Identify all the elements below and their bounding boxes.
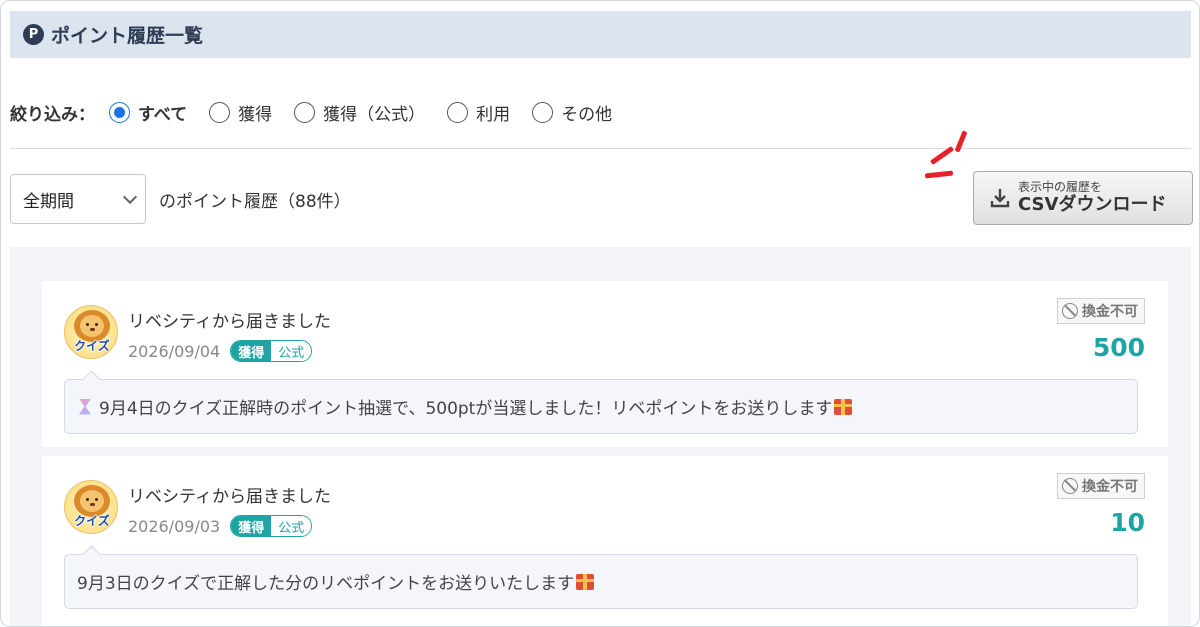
filter-radio-earned[interactable]: 獲得	[209, 100, 272, 125]
message-bubble: 9月3日のクイズで正解した分のリベポイントをお送りいたします	[64, 554, 1138, 609]
csv-button-label: CSVダウンロード	[1018, 193, 1167, 215]
history-item-date: 2026/09/04	[128, 341, 221, 361]
radio-unchecked-icon[interactable]	[532, 101, 554, 123]
tag-official: 公式	[271, 341, 312, 361]
points-value: 500	[1092, 333, 1145, 362]
points-value: 10	[1110, 508, 1145, 537]
radio-checked-icon[interactable]	[109, 101, 130, 123]
emphasis-mark-icon	[954, 130, 968, 153]
download-icon	[990, 189, 1010, 208]
period-select[interactable]: 全期間	[10, 174, 146, 224]
message-bubble: 9月4日のクイズ正解時のポイント抽選で、500ptが当選しました！リベポイントを…	[64, 379, 1138, 434]
radio-unchecked-icon[interactable]	[209, 101, 231, 123]
history-item: クイズ リベシティから届きました 2026/09/03 獲得 公式 換金不可 1…	[42, 456, 1168, 626]
page-header: P ポイント履歴一覧	[10, 11, 1191, 58]
filter-radio-earned-official[interactable]: 獲得（公式）	[294, 100, 425, 125]
history-item-meta: 2026/09/04 獲得 公式	[128, 339, 313, 363]
point-icon: P	[23, 24, 44, 45]
gift-icon	[834, 398, 853, 415]
history-list: クイズ リベシティから届きました 2026/09/04 獲得 公式 換金不可 5…	[10, 247, 1191, 626]
csv-button-text: 表示中の履歴を CSVダウンロード	[1018, 179, 1167, 215]
lion-quiz-avatar: クイズ	[64, 480, 118, 534]
radio-unchecked-icon[interactable]	[447, 101, 469, 123]
history-item-date: 2026/09/03	[128, 516, 221, 536]
non-cashable-label: 換金不可	[1082, 479, 1138, 495]
filter-row: 絞り込み： すべて 獲得 獲得（公式） 利用 その他	[10, 97, 634, 127]
earned-official-tag: 獲得 公式	[230, 515, 313, 537]
csv-button-subtext: 表示中の履歴を	[1018, 179, 1103, 194]
filter-label: 絞り込み：	[10, 104, 95, 125]
csv-download-button[interactable]: 表示中の履歴を CSVダウンロード	[973, 171, 1193, 225]
chevron-down-icon	[122, 189, 138, 204]
earned-official-tag: 獲得 公式	[230, 340, 313, 362]
filter-radio-used[interactable]: 利用	[447, 100, 510, 125]
avatar-label: クイズ	[74, 339, 110, 353]
avatar-label: クイズ	[74, 514, 110, 528]
emphasis-mark-icon	[924, 170, 954, 179]
filter-radio-label: 獲得（公式）	[323, 104, 426, 125]
filter-radio-label: 獲得	[238, 104, 273, 125]
tag-earned: 獲得	[231, 341, 272, 361]
hourglass-icon	[77, 399, 93, 415]
history-count-text: のポイント履歴（88件）	[159, 192, 351, 212]
history-item: クイズ リベシティから届きました 2026/09/04 獲得 公式 換金不可 5…	[42, 281, 1168, 447]
page-title: ポイント履歴一覧	[51, 25, 204, 47]
message-text: 9月3日のクイズで正解した分のリベポイントをお送りいたします	[77, 574, 575, 594]
filter-radio-label: 利用	[476, 104, 511, 125]
no-yen-icon	[1062, 478, 1078, 494]
message-text: 9月4日のクイズ正解時のポイント抽選で、500ptが当選しました！リベポイントを…	[99, 399, 833, 419]
filter-radio-other[interactable]: その他	[532, 100, 612, 125]
filter-radio-all[interactable]: すべて	[109, 100, 187, 125]
non-cashable-label: 換金不可	[1082, 304, 1138, 320]
radio-unchecked-icon[interactable]	[294, 101, 316, 123]
divider	[10, 148, 1191, 149]
tag-official: 公式	[271, 516, 312, 536]
lion-quiz-avatar: クイズ	[64, 305, 118, 359]
page-frame: P ポイント履歴一覧 絞り込み： すべて 獲得 獲得（公式） 利用 その他 全期…	[0, 0, 1200, 627]
period-select-value: 全期間	[23, 191, 74, 212]
filter-radio-label: その他	[561, 104, 613, 125]
tag-earned: 獲得	[231, 516, 272, 536]
non-cashable-badge: 換金不可	[1057, 298, 1145, 324]
non-cashable-badge: 換金不可	[1057, 473, 1145, 499]
no-yen-icon	[1062, 303, 1078, 319]
filter-radio-label: すべて	[138, 104, 188, 125]
history-item-meta: 2026/09/03 獲得 公式	[128, 514, 313, 538]
history-item-title: リベシティから届きました	[128, 487, 331, 507]
history-item-title: リベシティから届きました	[128, 312, 331, 332]
gift-icon	[576, 573, 595, 590]
